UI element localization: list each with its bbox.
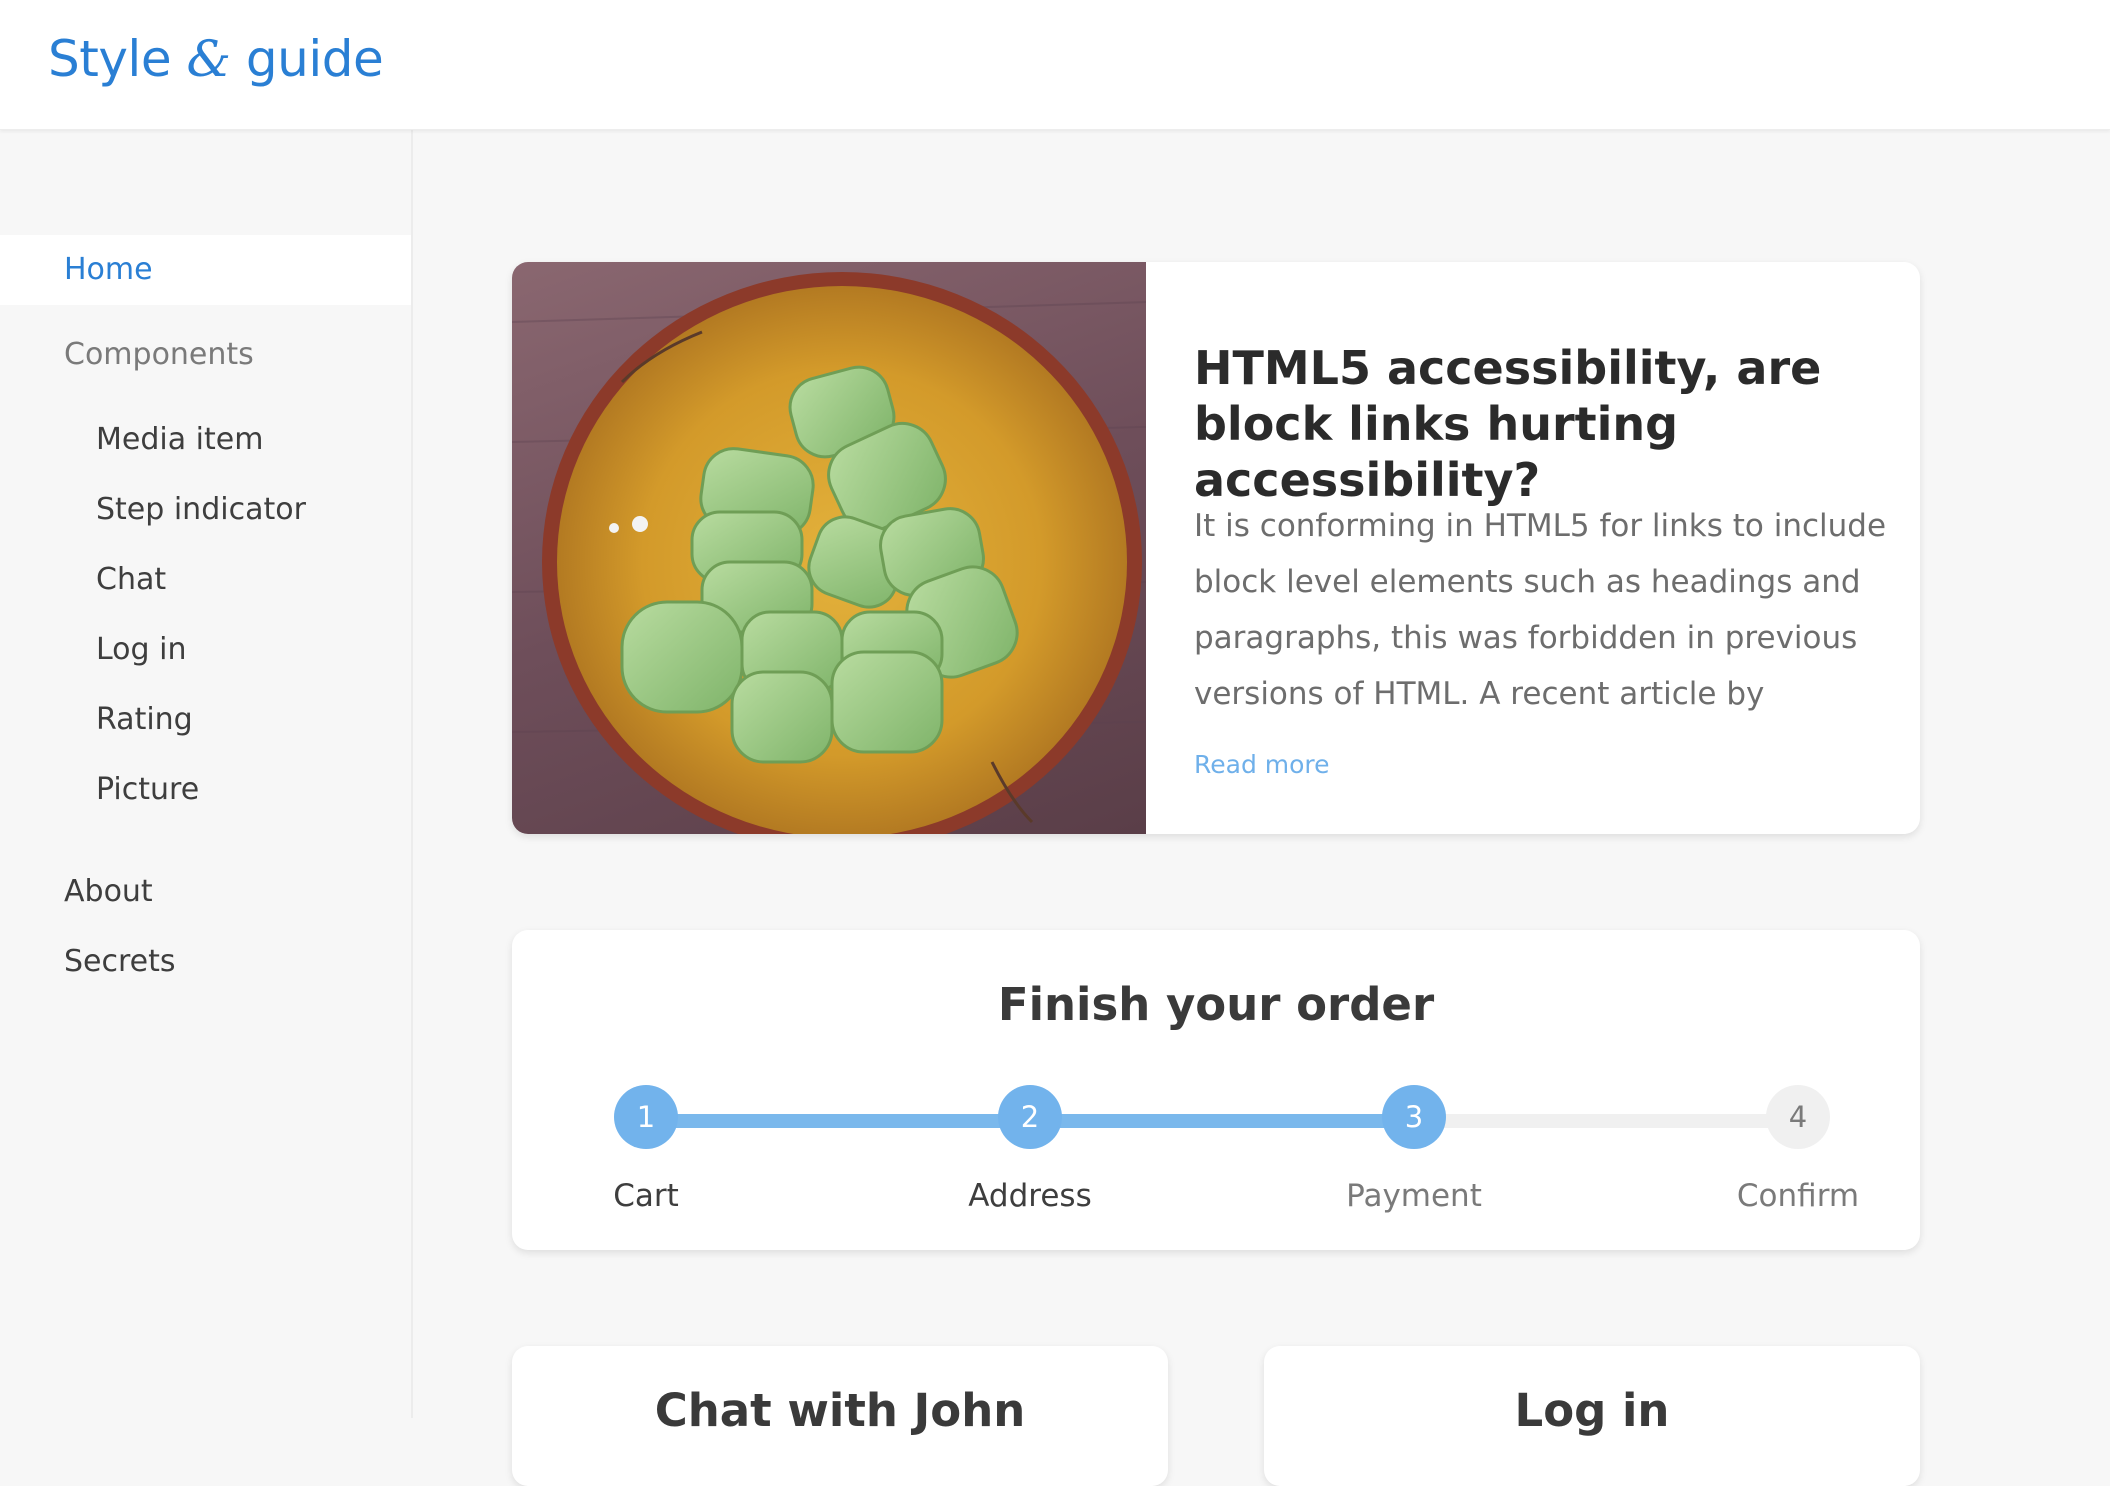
sidebar-item-step-indicator[interactable]: Step indicator bbox=[0, 475, 411, 545]
step-3-dot[interactable]: 3 bbox=[1382, 1085, 1446, 1149]
step-connector-2-3 bbox=[1029, 1114, 1413, 1128]
step-1-dot[interactable]: 1 bbox=[614, 1085, 678, 1149]
step-connector-1-2 bbox=[645, 1114, 1029, 1128]
step-indicator-card: Finish your order 1 2 3 4 Cart Address P… bbox=[512, 930, 1920, 1250]
sidebar-item-media-item[interactable]: Media item bbox=[0, 405, 411, 475]
media-item-card[interactable]: HTML5 accessibility, are block links hur… bbox=[512, 262, 1920, 834]
login-card-title: Log in bbox=[1514, 1384, 1670, 1437]
chat-card-title: Chat with John bbox=[654, 1384, 1026, 1437]
sidebar-item-chat[interactable]: Chat bbox=[0, 545, 411, 615]
site-logo[interactable]: Style & guide bbox=[48, 30, 384, 88]
media-title[interactable]: HTML5 accessibility, are block links hur… bbox=[1194, 340, 1894, 508]
step-4-label: Confirm bbox=[1736, 1178, 1860, 1214]
cucumber-bowl-illustration bbox=[512, 272, 1146, 834]
sidebar-item-picture[interactable]: Picture bbox=[0, 755, 411, 825]
step-2-label: Address bbox=[968, 1178, 1092, 1214]
logo-ampersand: & bbox=[186, 30, 231, 88]
sidebar-item-rating[interactable]: Rating bbox=[0, 685, 411, 755]
sidebar-nav: Home Components Media item Step indicato… bbox=[0, 130, 413, 1418]
chat-card: Chat with John bbox=[512, 1346, 1168, 1486]
media-excerpt: It is conforming in HTML5 for links to i… bbox=[1194, 508, 1887, 712]
logo-text-guide: guide bbox=[230, 30, 384, 88]
site-header: Style & guide bbox=[0, 0, 2110, 130]
step-1-label: Cart bbox=[613, 1178, 679, 1214]
step-connector-3-4 bbox=[1413, 1114, 1797, 1128]
step-4-dot[interactable]: 4 bbox=[1766, 1085, 1830, 1149]
read-more-link[interactable]: Read more bbox=[1194, 750, 1330, 779]
media-image bbox=[512, 262, 1146, 834]
sidebar-item-log-in[interactable]: Log in bbox=[0, 615, 411, 685]
step-2-dot[interactable]: 2 bbox=[998, 1085, 1062, 1149]
sidebar-item-secrets[interactable]: Secrets bbox=[0, 927, 411, 997]
sidebar-group-components: Components bbox=[64, 337, 254, 372]
logo-text-style: Style bbox=[48, 30, 187, 88]
login-card: Log in bbox=[1264, 1346, 1920, 1486]
step-3-label: Payment bbox=[1346, 1178, 1482, 1214]
sidebar-item-home[interactable]: Home bbox=[0, 235, 411, 305]
step-indicator-title: Finish your order bbox=[997, 978, 1435, 1031]
sidebar-item-about[interactable]: About bbox=[0, 857, 411, 927]
